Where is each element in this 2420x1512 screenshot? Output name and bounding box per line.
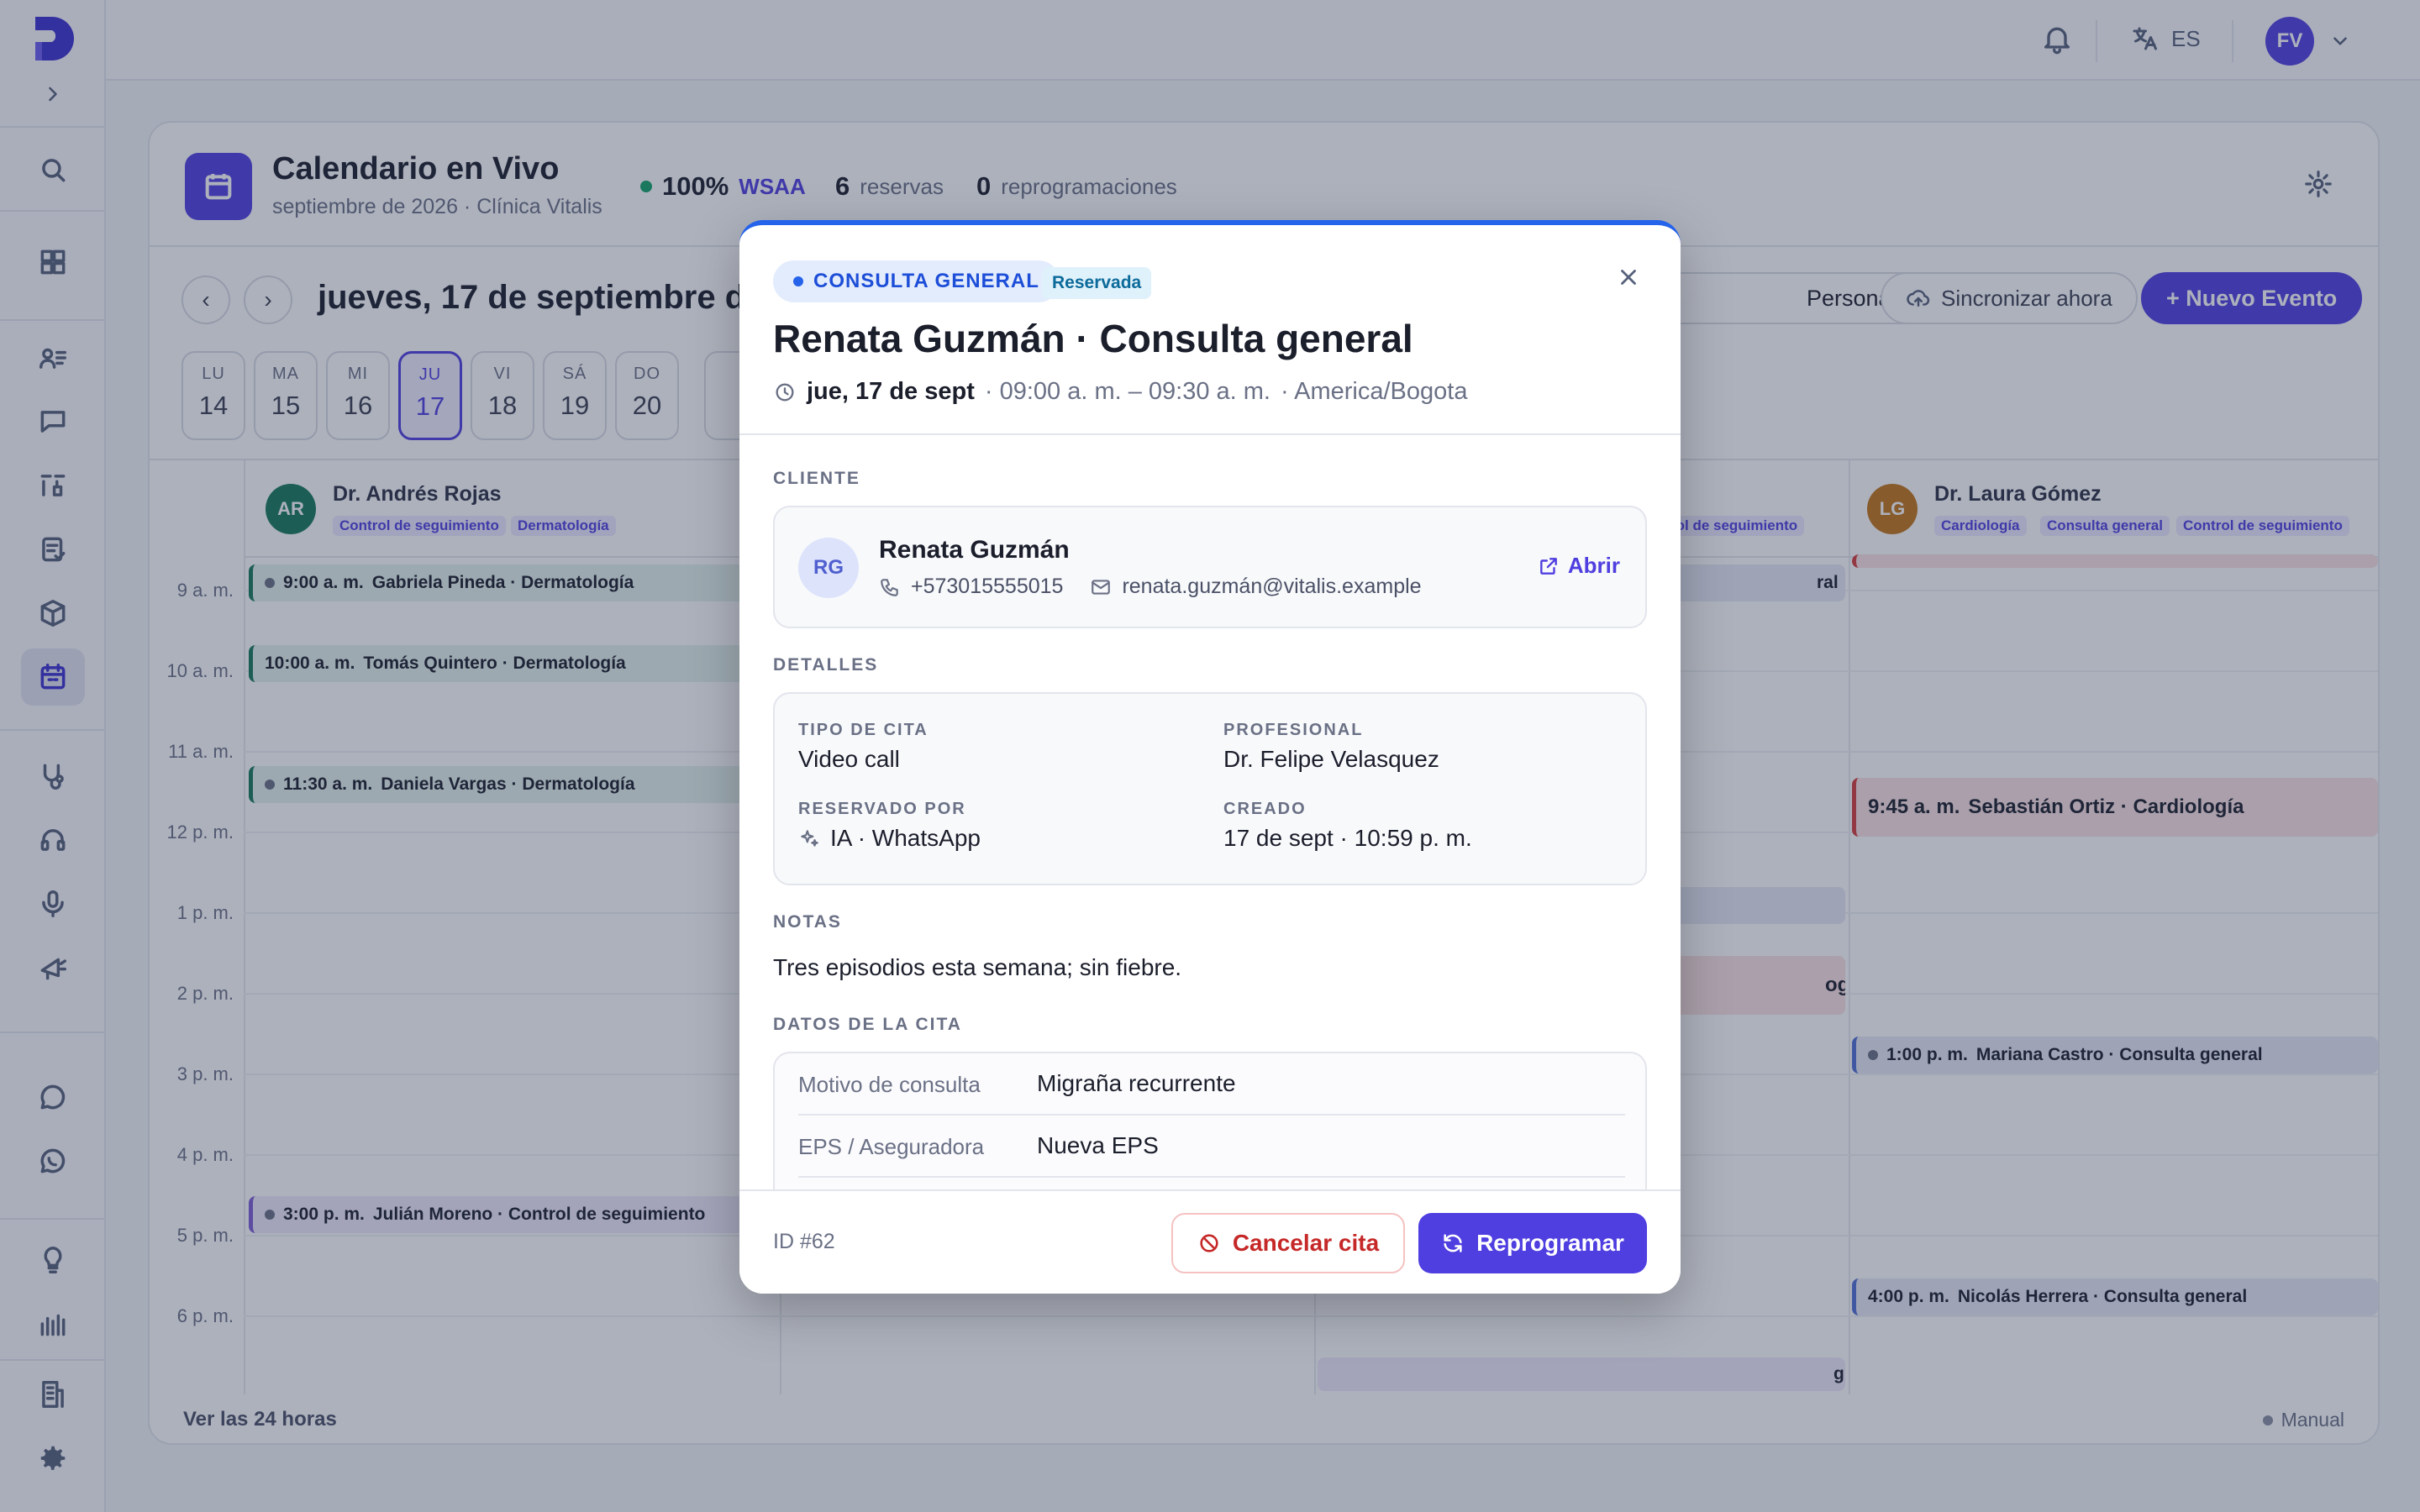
phone-icon bbox=[881, 578, 898, 596]
professional-name: Dr. Felipe Velasquez bbox=[1223, 746, 1439, 772]
booked-by: IA · WhatsApp bbox=[798, 825, 981, 852]
section-label: CLIENTE bbox=[773, 469, 860, 488]
open-client-button[interactable]: Abrir bbox=[1538, 553, 1620, 579]
appointment-type-chip: CONSULTA GENERAL bbox=[773, 260, 1060, 302]
cancel-appointment-button[interactable]: Cancelar cita bbox=[1171, 1213, 1405, 1273]
clock-icon bbox=[776, 383, 794, 401]
data-row: Motivo de consulta Migraña recurrente bbox=[798, 1053, 1625, 1116]
status-badge: Reservada bbox=[1042, 267, 1152, 299]
detail-label: TIPO DE CITA bbox=[798, 721, 929, 739]
section-label: NOTAS bbox=[773, 912, 842, 932]
client-avatar: RG bbox=[798, 538, 859, 598]
client-name: Renata Guzmán bbox=[879, 536, 1070, 564]
close-icon[interactable] bbox=[1610, 259, 1647, 296]
modal-title: Renata Guzmán · Consulta general bbox=[773, 317, 1413, 360]
sparkles-icon bbox=[801, 830, 818, 847]
modal-footer: ID #62 Cancelar cita Reprogramar bbox=[739, 1189, 1681, 1294]
section-label: DATOS DE LA CITA bbox=[773, 1015, 962, 1034]
created-date: 17 de sept · 10:59 p. m. bbox=[1223, 825, 1472, 851]
appointment-time: jue, 17 de sept · 09:00 a. m. – 09:30 a. … bbox=[773, 378, 1467, 406]
appointment-data-table: Motivo de consulta Migraña recurrente EPS… bbox=[773, 1052, 1647, 1194]
refresh-icon bbox=[1444, 1234, 1462, 1252]
detail-label: CREADO bbox=[1223, 800, 1307, 818]
detail-label: PROFESIONAL bbox=[1223, 721, 1364, 739]
appointment-modal: CONSULTA GENERAL Reservada Renata Guzmán… bbox=[739, 220, 1681, 1294]
external-link-icon bbox=[1540, 557, 1557, 575]
mail-icon bbox=[1092, 579, 1111, 595]
client-contact: +573015555015 renata.guzmán@vitalis.exam… bbox=[879, 575, 1422, 599]
reschedule-button[interactable]: Reprogramar bbox=[1418, 1213, 1647, 1273]
detail-label: RESERVADO POR bbox=[798, 800, 966, 818]
section-label: DETALLES bbox=[773, 655, 879, 675]
details-card: TIPO DE CITA Video call PROFESIONAL Dr. … bbox=[773, 692, 1647, 885]
data-row: EPS / Aseguradora Nueva EPS bbox=[798, 1116, 1625, 1178]
appointment-id: ID #62 bbox=[773, 1230, 835, 1253]
appointment-type: Video call bbox=[798, 746, 900, 772]
notes-text: Tres episodios esta semana; sin fiebre. bbox=[773, 954, 1182, 980]
modal-body: CLIENTE RG Renata Guzmán +573015555015 r… bbox=[739, 435, 1681, 1194]
client-card: RG Renata Guzmán +573015555015 renata.gu… bbox=[773, 506, 1647, 628]
ban-icon bbox=[1200, 1234, 1218, 1252]
